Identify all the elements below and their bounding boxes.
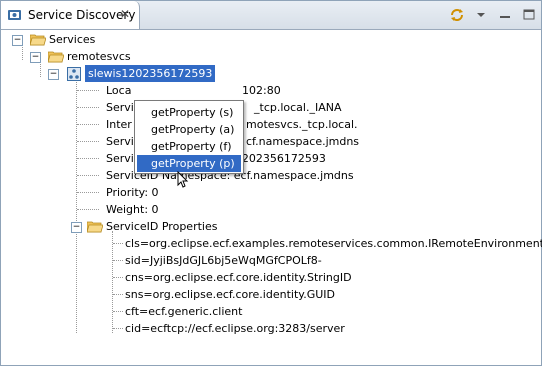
tree-node-location[interactable]: Loca 102:80 xyxy=(106,82,281,99)
property-item[interactable]: cid=ecftcp://ecf.eclipse.org:3283/server xyxy=(125,320,345,337)
tree-guide xyxy=(40,61,41,77)
tree-node-services[interactable]: Services xyxy=(49,31,95,48)
tree-guide xyxy=(112,231,113,333)
tab-service-discovery[interactable]: Service Discovery ✕ xyxy=(1,1,140,29)
service-node-icon xyxy=(67,67,83,81)
mouse-cursor-icon xyxy=(177,170,189,189)
collapse-toggle[interactable]: − xyxy=(71,222,82,233)
property-item[interactable]: cft=ecf.generic.client xyxy=(125,303,242,320)
service-discovery-icon xyxy=(7,7,23,23)
sync-icon[interactable] xyxy=(449,7,465,23)
menu-item-getproperty-f[interactable]: getProperty (f) xyxy=(137,138,241,155)
maximize-icon[interactable] xyxy=(521,7,537,23)
property-item[interactable]: cls=org.eclipse.ecf.examples.remoteservi… xyxy=(125,235,542,252)
tree-node-internal[interactable]: Inter motesvcs._tcp.local. xyxy=(106,116,358,133)
tree-node-weight[interactable]: Weight: 0 xyxy=(106,201,159,218)
close-icon[interactable]: ✕ xyxy=(119,8,131,20)
collapse-toggle[interactable]: − xyxy=(48,69,59,80)
tree-node-selected-service[interactable]: slewis1202356172593 xyxy=(85,65,216,82)
collapse-toggle[interactable]: − xyxy=(12,35,23,46)
tree-node-priority[interactable]: Priority: 0 xyxy=(106,184,159,201)
menu-item-getproperty-p[interactable]: getProperty (p) xyxy=(137,155,241,172)
tree-node-serviceid-properties[interactable]: ServiceID Properties xyxy=(106,218,217,235)
tree-guide xyxy=(76,78,77,333)
context-menu: getProperty (s) getProperty (a) getPrope… xyxy=(134,100,244,174)
tree-node-remotesvcs[interactable]: remotesvcs xyxy=(67,48,131,65)
collapse-toggle[interactable]: − xyxy=(30,52,41,63)
menu-item-getproperty-a[interactable]: getProperty (a) xyxy=(137,121,241,138)
menu-item-getproperty-s[interactable]: getProperty (s) xyxy=(137,104,241,121)
property-item[interactable]: sid=JyjiBsJdGJL6bj5eWqMGfCPOLf8- xyxy=(125,252,322,269)
view-menu-icon[interactable] xyxy=(473,7,489,23)
folder-open-icon xyxy=(29,33,47,46)
view-toolbar xyxy=(449,7,537,23)
view-tab-bar: Service Discovery ✕ xyxy=(1,1,541,30)
minimize-icon[interactable] xyxy=(497,7,513,23)
service-discovery-view: Service Discovery ✕ − Services − remotes… xyxy=(0,0,542,366)
folder-open-icon xyxy=(47,50,65,63)
property-item[interactable]: sns=org.eclipse.ecf.core.identity.GUID xyxy=(125,286,335,303)
folder-open-icon xyxy=(86,220,104,233)
property-item[interactable]: cns=org.eclipse.ecf.core.identity.String… xyxy=(125,269,352,286)
tree-guide xyxy=(22,44,23,60)
services-tree[interactable]: − Services − remotesvcs − slewis12023561… xyxy=(1,30,542,365)
